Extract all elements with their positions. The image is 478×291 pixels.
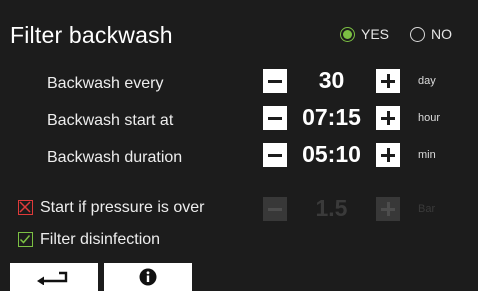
- radio-no-label: NO: [431, 26, 452, 42]
- setting-unit: day: [418, 75, 436, 87]
- back-button[interactable]: [10, 263, 98, 291]
- decrement-button[interactable]: [263, 106, 287, 130]
- setting-label: Backwash start at: [47, 112, 174, 129]
- setting-backwash-start: Backwash start at 07:15 hour: [0, 104, 478, 137]
- radio-no-indicator[interactable]: [410, 26, 425, 42]
- info-icon: [139, 268, 157, 286]
- pressure-unit: Bar: [418, 203, 436, 215]
- setting-unit: hour: [418, 112, 441, 124]
- setting-backwash-duration: Backwash duration 05:10 min: [0, 141, 478, 174]
- checkmark-icon: [19, 235, 31, 244]
- radio-yes-label: YES: [361, 26, 390, 42]
- page-title: Filter backwash: [10, 22, 173, 48]
- disinfection-check-row[interactable]: Filter disinfection: [0, 230, 240, 254]
- increment-button[interactable]: [376, 197, 400, 221]
- radio-no[interactable]: NO: [410, 26, 452, 42]
- increment-button[interactable]: [376, 106, 400, 130]
- setting-label: Backwash every: [47, 75, 164, 92]
- radio-yes-indicator[interactable]: [340, 26, 355, 42]
- setting-label: Backwash duration: [47, 149, 183, 166]
- return-arrow-icon: [37, 271, 68, 285]
- radio-yes[interactable]: YES: [340, 26, 389, 42]
- increment-button[interactable]: [376, 69, 400, 93]
- setting-unit: min: [418, 149, 436, 161]
- pressure-stepper-row: 1.5 Bar: [0, 195, 478, 228]
- setting-value: 30: [318, 67, 345, 93]
- pressure-value: 1.5: [315, 195, 348, 221]
- setting-value: 07:15: [302, 104, 361, 130]
- disinfection-checkbox[interactable]: [18, 232, 33, 247]
- decrement-button[interactable]: [263, 69, 287, 93]
- setting-backwash-every: Backwash every 30 day: [0, 67, 478, 100]
- decrement-button[interactable]: [263, 197, 287, 221]
- decrement-button[interactable]: [263, 143, 287, 167]
- increment-button[interactable]: [376, 143, 400, 167]
- setting-value: 05:10: [302, 141, 361, 167]
- info-button[interactable]: [104, 263, 192, 291]
- disinfection-label: Filter disinfection: [40, 231, 161, 248]
